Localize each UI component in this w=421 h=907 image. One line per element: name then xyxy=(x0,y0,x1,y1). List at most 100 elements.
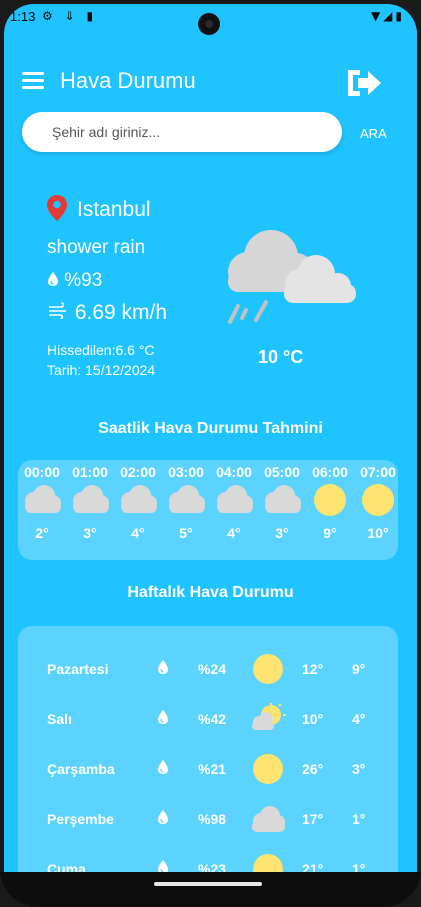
wind-icon xyxy=(49,302,66,320)
hour-item: 03:00 5° xyxy=(162,460,210,541)
camera-cutout xyxy=(198,13,220,35)
day-low: 1° xyxy=(352,861,366,872)
app-screen: 1:13 ⚙ ⇓ ▮ ▼◢▮ Hava Durumu ARA Istanbul … xyxy=(4,4,417,872)
shower-rain-icon xyxy=(228,230,356,324)
phone-frame: 1:13 ⚙ ⇓ ▮ ▼◢▮ Hava Durumu ARA Istanbul … xyxy=(0,0,421,907)
day-name: Pazartesi xyxy=(47,661,109,677)
droplet-icon xyxy=(158,860,168,872)
hour-temp: 4° xyxy=(227,525,241,541)
day-low: 1° xyxy=(352,811,366,827)
day-humidity: %42 xyxy=(198,711,227,727)
day-row: Çarşamba %21 26° 3° xyxy=(18,750,398,790)
partly-cloudy-icon xyxy=(252,703,286,730)
day-high: 17° xyxy=(302,811,324,827)
status-time: 1:13 xyxy=(10,9,36,24)
menu-icon[interactable] xyxy=(22,72,44,90)
search-button[interactable]: ARA xyxy=(360,126,387,141)
weather-description: shower rain xyxy=(47,237,146,258)
day-row: Cuma %23 21° 1° xyxy=(18,850,398,872)
humidity-value: %93 xyxy=(64,270,103,291)
cloud-icon xyxy=(169,485,205,513)
hour-item: 00:00 2° xyxy=(18,460,66,541)
hour-item: 05:00 3° xyxy=(258,460,306,541)
search-input[interactable] xyxy=(50,112,334,152)
day-high: 21° xyxy=(302,861,324,872)
sun-icon xyxy=(362,484,394,516)
droplet-icon xyxy=(48,272,58,286)
cloud-icon xyxy=(25,485,61,513)
day-humidity: %21 xyxy=(198,761,227,777)
day-low: 3° xyxy=(352,761,366,777)
hour-item: 01:00 3° xyxy=(66,460,114,541)
day-high: 10° xyxy=(302,711,324,727)
city-name: Istanbul xyxy=(77,198,151,221)
app-bar: Hava Durumu xyxy=(4,60,417,106)
current-temperature: 10 °C xyxy=(258,347,304,367)
droplet-icon xyxy=(158,710,168,724)
cloud-icon xyxy=(217,485,253,513)
hour-time: 05:00 xyxy=(264,464,300,480)
date: Tarih: 15/12/2024 xyxy=(47,362,156,378)
hour-item: 04:00 4° xyxy=(210,460,258,541)
search-field[interactable] xyxy=(22,112,342,152)
day-row: Salı %42 10° 4° xyxy=(18,700,398,740)
hour-time: 06:00 xyxy=(312,464,348,480)
day-name: Salı xyxy=(47,711,72,727)
hourly-forecast-strip[interactable]: 00:00 2° 01:00 3° 02:00 4° 03:00 5° 04:0… xyxy=(18,460,398,560)
hour-temp: 2° xyxy=(35,525,49,541)
status-notification-icons: ⚙ ⇓ ▮ xyxy=(42,9,98,23)
day-row: Perşembe %98 17° 1° xyxy=(18,800,398,840)
hour-time: 03:00 xyxy=(168,464,204,480)
day-high: 12° xyxy=(302,661,324,677)
status-signal-battery-icons: ▼◢▮ xyxy=(370,9,405,23)
day-humidity: %24 xyxy=(198,661,227,677)
day-humidity: %23 xyxy=(198,861,227,872)
wind-value: 6.69 km/h xyxy=(74,301,168,324)
cloud-icon xyxy=(121,485,157,513)
hour-temp: 3° xyxy=(275,525,289,541)
sun-icon xyxy=(253,754,283,784)
logout-icon[interactable] xyxy=(344,66,384,100)
day-low: 4° xyxy=(352,711,366,727)
home-gesture-handle[interactable] xyxy=(154,882,262,886)
cloud-icon xyxy=(265,485,301,513)
status-bar: 1:13 ⚙ ⇓ ▮ ▼◢▮ xyxy=(4,4,417,35)
navigation-bar xyxy=(0,872,421,907)
sun-icon xyxy=(253,654,283,684)
feels-like: Hissedilen:6.6 °C xyxy=(47,342,155,358)
hour-temp: 9° xyxy=(323,525,337,541)
day-name: Cuma xyxy=(47,861,86,872)
hour-temp: 3° xyxy=(83,525,97,541)
day-name: Perşembe xyxy=(47,811,114,827)
sun-icon xyxy=(314,484,346,516)
hour-time: 07:00 xyxy=(360,464,396,480)
day-high: 26° xyxy=(302,761,324,777)
wind-row: 6.69 km/h xyxy=(47,301,167,325)
hour-temp: 10° xyxy=(367,525,389,541)
current-weather: Istanbul shower rain %93 6.69 km/h Hisse… xyxy=(4,194,417,394)
sun-icon xyxy=(253,854,283,872)
hour-item: 06:00 9° xyxy=(306,460,354,541)
weekly-forecast-list[interactable]: Pazartesi %24 12° 9° Salı %42 10° 4° Çar… xyxy=(18,626,398,872)
droplet-icon xyxy=(158,810,168,824)
hour-time: 01:00 xyxy=(72,464,108,480)
droplet-icon xyxy=(158,760,168,774)
app-title: Hava Durumu xyxy=(60,68,196,93)
hour-item: 02:00 4° xyxy=(114,460,162,541)
cloud-icon xyxy=(73,485,109,513)
hourly-title: Saatlik Hava Durumu Tahmini xyxy=(98,420,323,437)
hour-time: 00:00 xyxy=(24,464,60,480)
droplet-icon xyxy=(158,660,168,674)
day-name: Çarşamba xyxy=(47,761,115,777)
day-humidity: %98 xyxy=(198,811,227,827)
hour-temp: 4° xyxy=(131,525,145,541)
weekly-title: Haftalık Hava Durumu xyxy=(127,584,294,601)
humidity-row: %93 xyxy=(47,270,102,292)
location-pin-icon xyxy=(47,195,67,221)
cloud-icon xyxy=(252,806,285,832)
day-row: Pazartesi %24 12° 9° xyxy=(18,650,398,690)
hour-temp: 5° xyxy=(179,525,193,541)
day-low: 9° xyxy=(352,661,366,677)
hour-item: 07:00 10° xyxy=(354,460,398,541)
hour-time: 04:00 xyxy=(216,464,252,480)
